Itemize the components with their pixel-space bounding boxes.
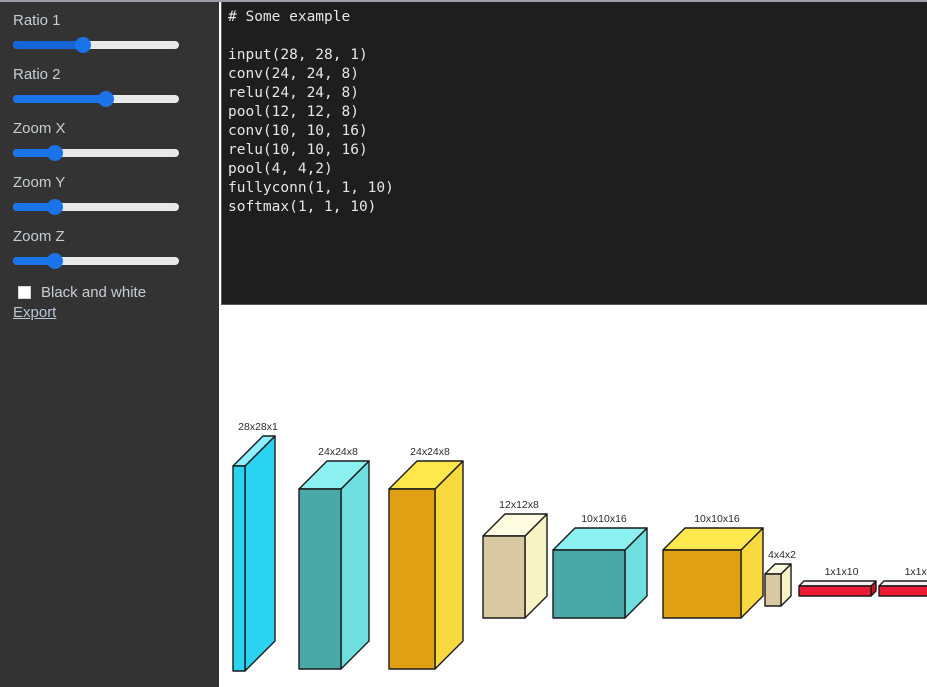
network-architecture-svg: 28x28x1 24x24x8 24x24x8 12x12x8 10x10x16 10x1… — [232, 421, 927, 672]
code-editor-panel[interactable]: # Some example input(28, 28, 1) conv(24,… — [221, 2, 927, 305]
layer-label-7: 4x4x2 — [768, 549, 796, 561]
layer-block-8-fullyconn[interactable]: 1x1x10 — [798, 566, 877, 597]
slider-fill-ratio-1 — [13, 41, 83, 49]
slider-label-zoom-y: Zoom Y — [13, 174, 66, 191]
slider-label-zoom-x: Zoom X — [13, 120, 66, 137]
app-root: Ratio 1 Ratio 2 Zoom X Zoom Y Zoom Z Black a… — [0, 0, 927, 687]
layer-label-2: 24x24x8 — [318, 446, 358, 458]
slider-thumb-zoom-z[interactable] — [46, 253, 63, 269]
slider-label-ratio-1: Ratio 1 — [13, 12, 61, 29]
slider-label-ratio-2: Ratio 2 — [13, 66, 61, 83]
slider-ratio-2[interactable] — [13, 89, 179, 109]
controls-sidebar: Ratio 1 Ratio 2 Zoom X Zoom Y Zoom Z Black a… — [0, 2, 219, 687]
layer-block-1-input[interactable]: 28x28x1 — [232, 421, 278, 672]
export-link[interactable]: Export — [13, 304, 56, 322]
slider-ratio-1[interactable] — [13, 35, 179, 55]
layer-label-3: 24x24x8 — [410, 446, 450, 458]
layer-label-8: 1x1x10 — [825, 566, 859, 578]
layer-block-6-relu[interactable]: 10x10x16 — [662, 513, 764, 619]
layer-label-9: 1x1x10 — [905, 566, 927, 578]
layer-block-4-pool[interactable]: 12x12x8 — [482, 499, 548, 619]
slider-thumb-zoom-y[interactable] — [46, 199, 63, 215]
slider-thumb-ratio-1[interactable] — [74, 37, 91, 53]
black-and-white-label: Black and white — [41, 283, 147, 301]
network-definition-code[interactable]: # Some example input(28, 28, 1) conv(24,… — [228, 8, 927, 217]
layer-block-7-pool[interactable]: 4x4x2 — [764, 549, 796, 607]
black-and-white-checkbox[interactable] — [18, 285, 31, 299]
slider-fill-ratio-2 — [13, 95, 106, 103]
layer-label-4: 12x12x8 — [499, 499, 539, 511]
layer-label-1: 28x28x1 — [238, 421, 278, 433]
slider-label-zoom-z: Zoom Z — [13, 228, 65, 245]
layer-block-3-relu[interactable]: 24x24x8 — [388, 446, 464, 670]
slider-zoom-x[interactable] — [13, 143, 179, 163]
layer-block-9-softmax[interactable]: 1x1x10 — [878, 566, 927, 597]
slider-zoom-y[interactable] — [13, 197, 179, 217]
slider-thumb-zoom-x[interactable] — [46, 145, 63, 161]
layer-label-6: 10x10x16 — [694, 513, 740, 525]
window-top-border — [0, 0, 927, 2]
slider-thumb-ratio-2[interactable] — [97, 91, 114, 107]
network-diagram-canvas[interactable]: 28x28x1 24x24x8 24x24x8 12x12x8 10x10x16 10x1… — [221, 306, 927, 687]
layer-block-2-conv[interactable]: 24x24x8 — [298, 446, 370, 670]
slider-zoom-z[interactable] — [13, 251, 179, 271]
layer-label-5: 10x10x16 — [581, 513, 627, 525]
layer-block-5-conv[interactable]: 10x10x16 — [552, 513, 648, 619]
slider-controls-list: Ratio 1 Ratio 2 Zoom X Zoom Y Zoom Z — [0, 12, 219, 271]
black-and-white-checkbox-row[interactable]: Black and white — [0, 282, 219, 302]
